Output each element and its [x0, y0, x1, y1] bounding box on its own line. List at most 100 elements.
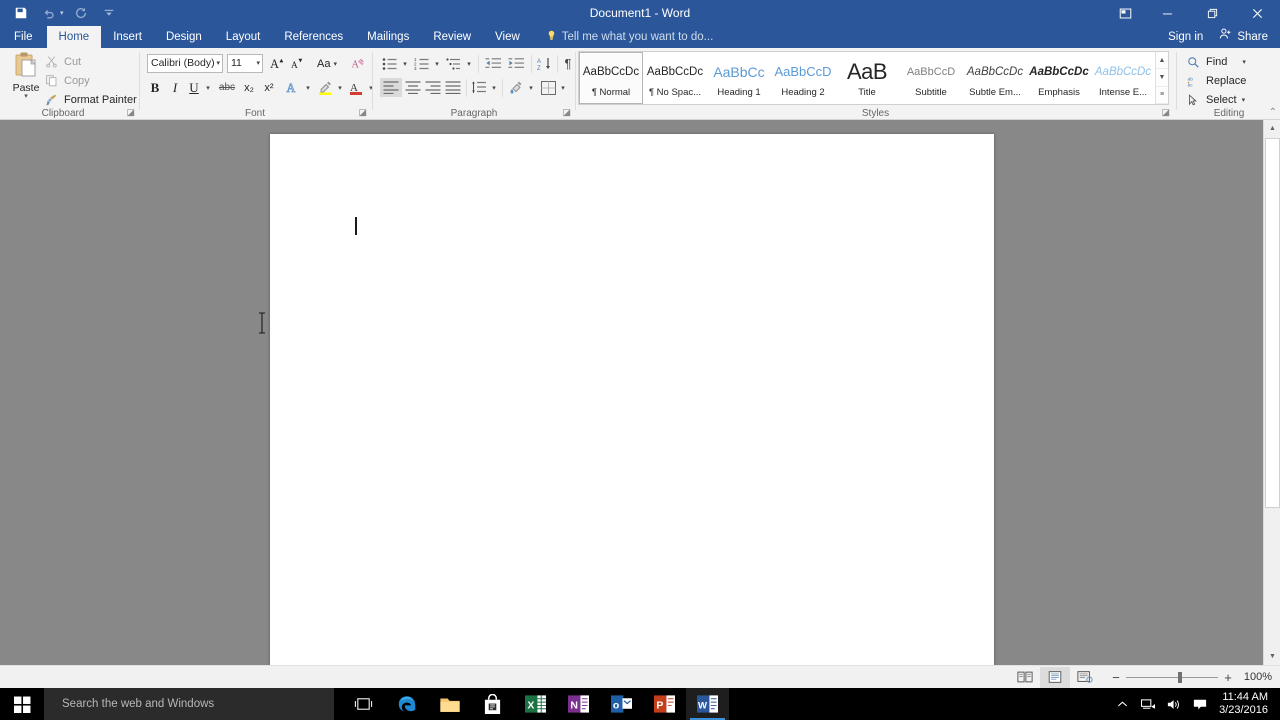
scroll-up-button[interactable]: ▲	[1264, 120, 1280, 137]
edge-icon[interactable]	[385, 688, 428, 720]
multilevel-list-dropdown-icon[interactable]: ▾	[463, 54, 475, 73]
word-icon[interactable]: W	[686, 688, 729, 720]
text-highlight-color-button[interactable]	[315, 78, 335, 97]
zoom-control[interactable]: − +	[1106, 670, 1238, 685]
style-item-title[interactable]: AaB Title	[835, 52, 899, 104]
find-dropdown-icon[interactable]: ▾	[1242, 58, 1246, 66]
paragraph-dialog-launcher[interactable]: ◪	[562, 107, 571, 118]
bullets-dropdown-icon[interactable]: ▾	[399, 54, 411, 73]
superscript-button[interactable]: x²	[259, 78, 279, 97]
styles-scroll-down-button[interactable]: ▼	[1156, 69, 1168, 87]
text-highlight-dropdown-icon[interactable]: ▾	[334, 78, 346, 97]
zoom-level-label[interactable]: 100%	[1238, 671, 1280, 683]
document-page[interactable]	[270, 134, 994, 679]
show-hidden-icons-button[interactable]	[1109, 688, 1135, 720]
tab-design[interactable]: Design	[154, 26, 214, 48]
font-size-dropdown-icon[interactable]: ▾	[256, 55, 260, 72]
justify-button[interactable]	[442, 78, 464, 97]
styles-dialog-launcher[interactable]: ◪	[1161, 107, 1170, 118]
align-left-button[interactable]	[380, 78, 402, 97]
font-dialog-launcher[interactable]: ◪	[358, 107, 367, 118]
tab-home[interactable]: Home	[46, 26, 102, 48]
strikethrough-button[interactable]: abc	[216, 78, 238, 97]
vertical-scrollbar[interactable]: ▲ ▼	[1263, 120, 1280, 665]
copy-button[interactable]: Copy	[44, 72, 90, 89]
numbering-dropdown-icon[interactable]: ▾	[431, 54, 443, 73]
style-item-no-spac[interactable]: AaBbCcDc ¶ No Spac...	[643, 52, 707, 104]
action-center-icon[interactable]	[1187, 688, 1213, 720]
restore-button[interactable]	[1190, 0, 1235, 26]
style-item-intense-e[interactable]: AaBbCcDc Intense E...	[1091, 52, 1155, 104]
multilevel-list-button[interactable]	[444, 54, 464, 73]
line-spacing-dropdown-icon[interactable]: ▾	[488, 78, 500, 97]
bold-button[interactable]: B	[146, 78, 164, 97]
tell-me-search[interactable]: Tell me what you want to do...	[546, 26, 713, 48]
underline-dropdown-icon[interactable]: ▾	[202, 78, 214, 97]
view-web-layout-button[interactable]	[1070, 667, 1100, 688]
share-button[interactable]: Share	[1213, 26, 1280, 48]
italic-button[interactable]: I	[166, 78, 184, 97]
format-painter-button[interactable]: Format Painter	[44, 91, 137, 108]
text-effects-button[interactable]: A	[283, 78, 303, 97]
shading-dropdown-icon[interactable]: ▾	[525, 78, 537, 97]
styles-gallery[interactable]: AaBbCcDc ¶ Normal AaBbCcDc ¶ No Spac... AaBb…	[578, 51, 1169, 105]
shrink-font-button[interactable]: A ▾	[288, 54, 308, 73]
replace-button[interactable]: ab ac Replace	[1186, 72, 1246, 90]
font-size-combobox[interactable]: 11 ▾	[227, 54, 263, 73]
tab-insert[interactable]: Insert	[101, 26, 154, 48]
change-case-button[interactable]: Aa ▾	[312, 54, 342, 73]
start-button[interactable]	[0, 688, 44, 720]
cut-button[interactable]: Cut	[44, 53, 81, 70]
styles-gallery-scroll[interactable]: ▲ ▼ ≡	[1155, 52, 1168, 104]
save-icon[interactable]	[8, 2, 34, 24]
undo-icon[interactable]	[36, 2, 62, 24]
select-button[interactable]: Select ▾	[1186, 91, 1245, 109]
undo-dropdown-icon[interactable]: ▾	[60, 9, 64, 17]
tab-mailings[interactable]: Mailings	[355, 26, 421, 48]
taskbar-search-box[interactable]: Search the web and Windows	[44, 688, 334, 720]
customize-quick-access-toolbar-icon[interactable]	[96, 2, 122, 24]
tab-references[interactable]: References	[272, 26, 355, 48]
find-button[interactable]: Find ▾	[1186, 53, 1246, 71]
bullets-button[interactable]	[380, 54, 400, 73]
tab-layout[interactable]: Layout	[214, 26, 273, 48]
paste-dropdown-icon[interactable]: ▾	[24, 93, 28, 100]
tab-review[interactable]: Review	[421, 26, 483, 48]
view-read-mode-button[interactable]	[1010, 667, 1040, 688]
font-color-button[interactable]: A	[346, 78, 366, 97]
text-effects-dropdown-icon[interactable]: ▾	[302, 78, 314, 97]
scroll-down-button[interactable]: ▼	[1264, 648, 1280, 665]
paste-button[interactable]: Paste ▾	[6, 51, 46, 109]
align-right-button[interactable]	[422, 78, 444, 97]
zoom-in-button[interactable]: +	[1218, 670, 1238, 685]
borders-dropdown-icon[interactable]: ▾	[557, 78, 569, 97]
task-view-button[interactable]	[342, 688, 385, 720]
scrollbar-thumb[interactable]	[1265, 138, 1280, 508]
center-button[interactable]	[402, 78, 424, 97]
taskbar-clock[interactable]: 11:44 AM 3/23/2016	[1213, 691, 1280, 717]
decrease-indent-button[interactable]	[482, 54, 504, 73]
style-item-heading-1[interactable]: AaBbCc Heading 1	[707, 52, 771, 104]
styles-scroll-up-button[interactable]: ▲	[1156, 52, 1168, 70]
style-item-subtle-em[interactable]: AaBbCcDc Subtle Em...	[963, 52, 1027, 104]
collapse-ribbon-button[interactable]: ⌃	[1269, 107, 1277, 118]
style-item-heading-2[interactable]: AaBbCcD Heading 2	[771, 52, 835, 104]
line-spacing-button[interactable]	[469, 78, 489, 97]
underline-button[interactable]: U	[185, 78, 203, 97]
view-print-layout-button[interactable]	[1040, 666, 1070, 688]
style-item-emphasis[interactable]: AaBbCcDc Emphasis	[1027, 52, 1091, 104]
numbering-button[interactable]: 123	[412, 54, 432, 73]
file-explorer-icon[interactable]	[428, 688, 471, 720]
minimize-button[interactable]	[1145, 0, 1190, 26]
outlook-icon[interactable]: o	[600, 688, 643, 720]
subscript-button[interactable]: x₂	[239, 78, 259, 97]
style-item-subtitle[interactable]: AaBbCcD Subtitle	[899, 52, 963, 104]
grow-font-button[interactable]: A ▴	[268, 54, 288, 73]
styles-more-button[interactable]: ≡	[1156, 87, 1168, 104]
excel-icon[interactable]: X	[514, 688, 557, 720]
shading-button[interactable]	[506, 78, 526, 97]
change-case-dropdown-icon[interactable]: ▾	[333, 60, 337, 68]
onenote-icon[interactable]: N	[557, 688, 600, 720]
tab-file[interactable]: File	[0, 26, 47, 48]
redo-icon[interactable]	[68, 2, 94, 24]
